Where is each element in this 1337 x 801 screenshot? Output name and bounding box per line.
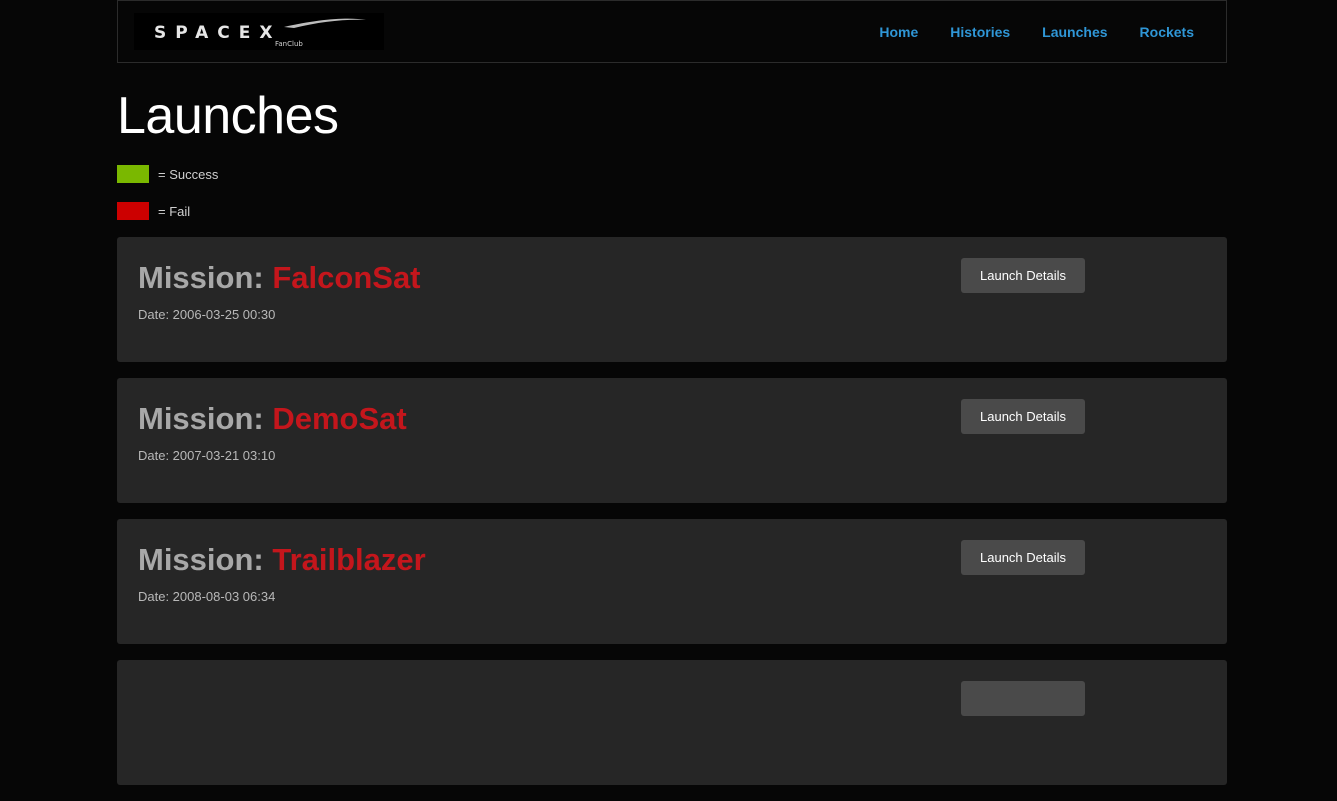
nav-rockets-link[interactable]: Rockets	[1140, 24, 1194, 40]
mission-name: DemoSat	[272, 401, 407, 436]
launch-date: Date: 2008-08-03 06:34	[138, 589, 276, 604]
launch-card: Mission: FalconSat Date: 2006-03-25 00:3…	[117, 237, 1227, 362]
mission-prefix: Mission:	[138, 260, 264, 295]
launch-details-button[interactable]: Launch Details	[961, 258, 1085, 293]
nav-links: Home Histories Launches Rockets	[847, 1, 1194, 63]
navbar: SPACEX FanClub Home Histories Launches R…	[117, 0, 1227, 63]
logo-subtext: FanClub	[275, 40, 303, 48]
success-swatch	[117, 165, 149, 183]
spacex-fanclub-logo[interactable]: SPACEX FanClub	[134, 13, 384, 50]
launch-details-button[interactable]	[961, 681, 1085, 716]
page-title: Launches	[117, 87, 339, 145]
fail-swatch	[117, 202, 149, 220]
mission-title: Mission: FalconSat	[138, 259, 421, 297]
launch-details-button[interactable]: Launch Details	[961, 399, 1085, 434]
page-container: SPACEX FanClub Home Histories Launches R…	[117, 0, 1227, 785]
launch-card-partial	[117, 660, 1227, 785]
nav-home-link[interactable]: Home	[879, 24, 918, 40]
nav-histories-link[interactable]: Histories	[950, 24, 1010, 40]
launch-date: Date: 2007-03-21 03:10	[138, 448, 276, 463]
launch-details-button[interactable]: Launch Details	[961, 540, 1085, 575]
launch-list: Mission: FalconSat Date: 2006-03-25 00:3…	[117, 237, 1227, 801]
mission-name: Trailblazer	[272, 542, 426, 577]
legend-success-label: = Success	[158, 166, 219, 182]
mission-prefix: Mission:	[138, 401, 264, 436]
mission-title: Mission: Trailblazer	[138, 541, 426, 579]
logo-wordmark: SPACEX	[154, 23, 282, 43]
legend-fail-label: = Fail	[158, 203, 191, 219]
launch-date: Date: 2006-03-25 00:30	[138, 307, 276, 322]
mission-name: FalconSat	[272, 260, 421, 295]
legend-success: = Success	[117, 165, 218, 183]
launch-card: Mission: DemoSat Date: 2007-03-21 03:10 …	[117, 378, 1227, 503]
legend-fail: = Fail	[117, 202, 190, 220]
mission-prefix: Mission:	[138, 542, 264, 577]
nav-launches-link[interactable]: Launches	[1042, 24, 1107, 40]
mission-title: Mission: DemoSat	[138, 400, 407, 438]
launch-card: Mission: Trailblazer Date: 2008-08-03 06…	[117, 519, 1227, 644]
